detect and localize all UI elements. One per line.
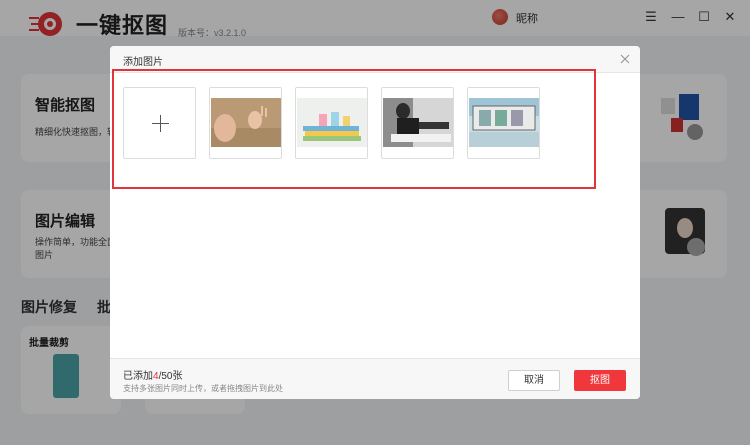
image-thumbnail[interactable] — [295, 87, 368, 159]
child-sand-photo-icon — [211, 98, 281, 147]
dialog-footer: 已添加4/50张 支持多张图片同时上传，或者拖拽图片到此处 取消 抠图 — [110, 358, 640, 399]
count-suffix: /50张 — [158, 371, 183, 382]
woman-reading-photo-icon — [383, 98, 453, 147]
count-prefix: 已添加 — [123, 371, 153, 382]
cutout-button[interactable]: 抠图 — [574, 370, 626, 391]
film-strip-photo-icon — [469, 98, 539, 147]
books-cups-photo-icon — [297, 98, 367, 147]
close-icon[interactable] — [618, 52, 632, 66]
image-thumbnail[interactable] — [381, 87, 454, 159]
upload-hint: 支持多张图片同时上传，或者拖拽图片到此处 — [123, 384, 283, 393]
add-image-button[interactable] — [123, 87, 196, 159]
app-window: 一键抠图 版本号：v3.2.1.0 昵称 ☰ — ☐ ✕ 智能抠图 精细化快速抠… — [0, 0, 750, 445]
image-thumbnail[interactable] — [209, 87, 282, 159]
dialog-title: 添加图片 — [123, 57, 163, 68]
cancel-button[interactable]: 取消 — [508, 370, 560, 391]
image-thumbnail[interactable] — [467, 87, 540, 159]
add-image-dialog: 添加图片 已添加4/50张 支持多张图片同时上传，或者拖拽图片到此处 取消 抠图 — [110, 46, 640, 399]
image-count: 已添加4/50张 — [123, 367, 182, 382]
